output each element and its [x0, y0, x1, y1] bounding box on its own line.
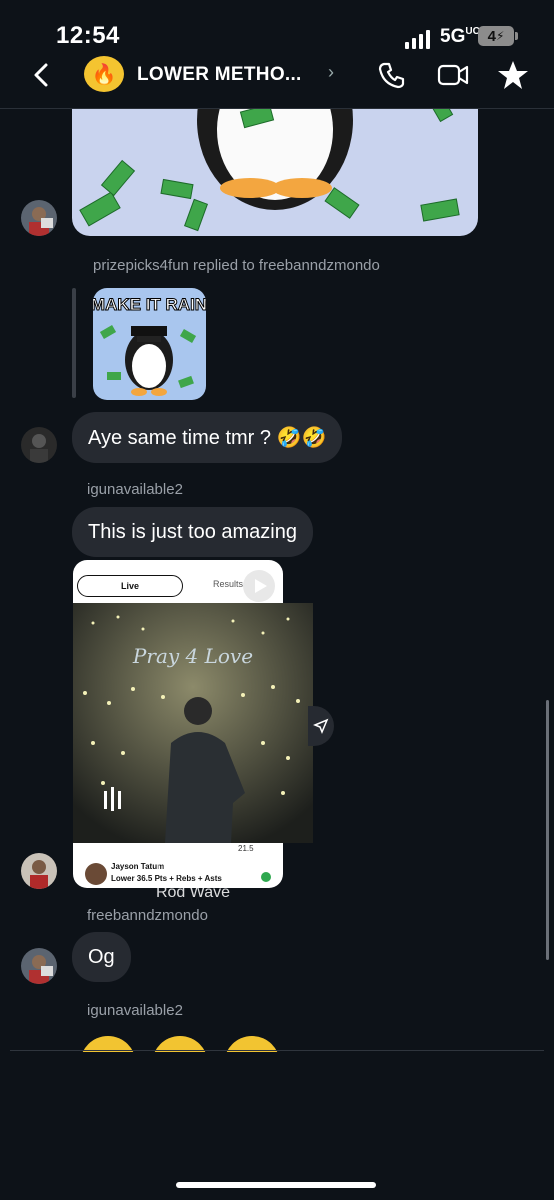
reply-quote-bar	[72, 288, 76, 398]
sticker-caption: MAKE IT RAIN	[93, 295, 206, 314]
network-type: 5G	[440, 26, 466, 47]
avatar[interactable]	[21, 948, 57, 984]
reel-thumbnail[interactable]: Pray 4 Love	[73, 603, 313, 843]
battery-icon: 4 ⚡	[478, 26, 514, 46]
song-artist: Rod Wave	[155, 884, 231, 901]
home-indicator[interactable]	[176, 1182, 376, 1188]
avatar[interactable]	[21, 427, 57, 463]
sender-name: igunavailable2	[87, 481, 183, 498]
scrollbar[interactable]	[546, 700, 549, 960]
line-value: 21.5	[238, 844, 254, 853]
battery-level: 4	[487, 27, 496, 45]
message-bubble[interactable]: Og	[72, 932, 131, 982]
tab-live[interactable]: Live	[77, 575, 183, 597]
reply-meta: prizepicks4fun replied to freebanndzmond…	[93, 257, 380, 274]
group-name[interactable]: LOWER METHO...	[137, 64, 302, 86]
star-icon[interactable]	[496, 58, 530, 92]
sender-name: igunavailable2	[87, 1002, 183, 1019]
fire-icon: 🔥	[91, 63, 117, 86]
avatar[interactable]	[21, 853, 57, 889]
share-icon[interactable]	[308, 706, 334, 746]
network-label: 5GUC	[440, 26, 480, 48]
shared-image-card[interactable]	[72, 90, 478, 236]
status-time: 12:54	[56, 22, 120, 49]
message-text: This is just too amazing	[88, 520, 297, 543]
avatar[interactable]	[21, 200, 57, 236]
video-call-icon[interactable]	[436, 58, 470, 92]
song-title: Trap Motivation	[153, 861, 263, 878]
message-text: Og	[88, 945, 115, 968]
sender-name: freebanndzmondo	[87, 907, 208, 924]
phone-icon[interactable]	[375, 58, 409, 92]
play-button[interactable]	[243, 570, 275, 602]
message-bubble[interactable]: Aye same time tmr ? 🤣🤣	[72, 412, 343, 463]
divider	[10, 1050, 544, 1051]
signal-icon	[405, 30, 430, 49]
player-avatar	[85, 863, 107, 885]
reel-title: Pray 4 Love	[132, 644, 253, 668]
make-it-rain-sticker[interactable]: MAKE IT RAIN	[93, 288, 206, 400]
message-bubble[interactable]: This is just too amazing	[72, 507, 313, 557]
message-text: Aye same time tmr ? 🤣🤣	[88, 427, 327, 449]
back-icon[interactable]	[32, 62, 52, 96]
tab-results[interactable]: Results	[213, 579, 243, 589]
group-avatar[interactable]: 🔥	[84, 56, 124, 92]
chevron-right-icon[interactable]: ›	[328, 62, 334, 83]
battery-tip	[515, 32, 518, 40]
penguin-money-image	[72, 90, 478, 236]
